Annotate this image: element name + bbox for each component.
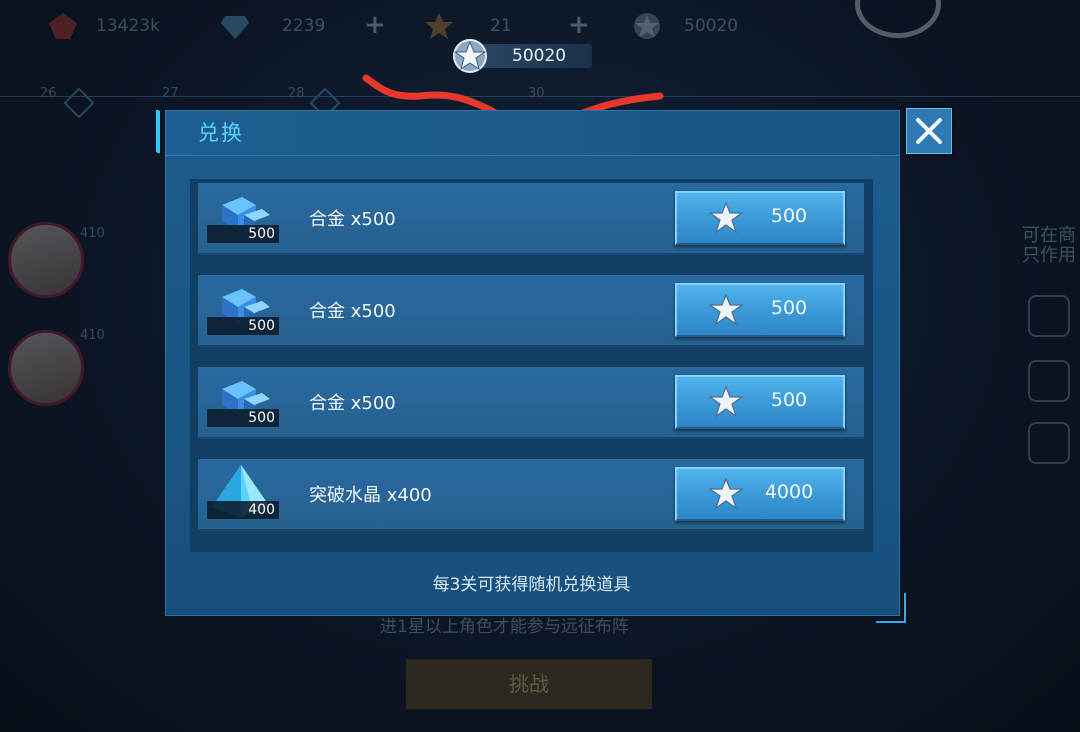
resource-emblem: 21: [424, 12, 512, 40]
list-item: 500 合金 x500 500: [198, 183, 864, 255]
star-medal-icon: [453, 39, 487, 73]
emblem-icon: [425, 13, 453, 39]
list-item: 500 合金 x500 500: [198, 275, 864, 347]
stage-number: 26: [40, 86, 57, 101]
item-name: 合金 x500: [309, 301, 396, 322]
list-item: 500 合金 x500 500: [198, 367, 864, 439]
exchange-footer-note: 每3关可获得随机兑换道具: [432, 575, 631, 595]
star-medal-icon: [709, 202, 743, 234]
exchange-price: 500: [770, 205, 808, 227]
star-medal-icon: [709, 294, 743, 326]
exchange-price: 500: [770, 389, 808, 411]
side-info-text: 可在商 只作用: [1022, 225, 1076, 266]
exchange-button[interactable]: 500: [675, 283, 845, 337]
star-medal-icon: [709, 478, 743, 510]
list-item: 400 突破水晶 x400 4000: [198, 459, 864, 531]
medal-balance: 50020: [452, 39, 592, 73]
stage-node-icon[interactable]: [63, 87, 95, 119]
star-medal-icon: [709, 386, 743, 418]
header-accent-bar: [156, 110, 159, 152]
item-quantity: 500: [207, 409, 279, 427]
stage-number: 27: [162, 86, 179, 101]
medal-balance-value: 50020: [512, 46, 567, 66]
exchange-price: 500: [770, 297, 808, 319]
add-emblem-button[interactable]: +: [568, 10, 590, 40]
challenge-button[interactable]: 挑战: [406, 659, 652, 709]
item-name: 突破水晶 x400: [309, 485, 432, 506]
item-quantity: 500: [207, 225, 279, 243]
add-diamond-button[interactable]: +: [364, 10, 386, 40]
diamond-icon: [221, 16, 249, 39]
swords-icon[interactable]: [1028, 360, 1070, 402]
resource-diamond: 2239: [220, 12, 325, 40]
ruby-icon: [49, 13, 77, 39]
close-button[interactable]: [906, 108, 952, 154]
corner-decoration: [876, 593, 906, 623]
heart-icon[interactable]: [1028, 295, 1070, 337]
item-name: 合金 x500: [309, 393, 396, 414]
item-name: 合金 x500: [309, 209, 396, 230]
exchange-price: 4000: [764, 481, 814, 503]
exchange-button[interactable]: 500: [675, 191, 845, 245]
star-medal-icon: [634, 13, 660, 39]
exchange-button[interactable]: 500: [675, 375, 845, 429]
close-icon: [916, 118, 942, 144]
stage-number: 28: [288, 86, 305, 101]
shield-icon[interactable]: [1028, 422, 1070, 464]
resource-ruby: 13423k: [48, 12, 160, 40]
dialog-title: 兑换: [198, 121, 244, 145]
item-quantity: 500: [207, 317, 279, 335]
item-quantity: 400: [207, 501, 279, 519]
level-text: 410: [80, 328, 105, 343]
level-text: 410: [80, 226, 105, 241]
resource-medal: 50020: [632, 12, 738, 40]
avatar[interactable]: [8, 330, 84, 406]
avatar[interactable]: [8, 222, 84, 298]
dialog-header: 兑换: [157, 111, 899, 156]
exchange-button[interactable]: 4000: [675, 467, 845, 521]
